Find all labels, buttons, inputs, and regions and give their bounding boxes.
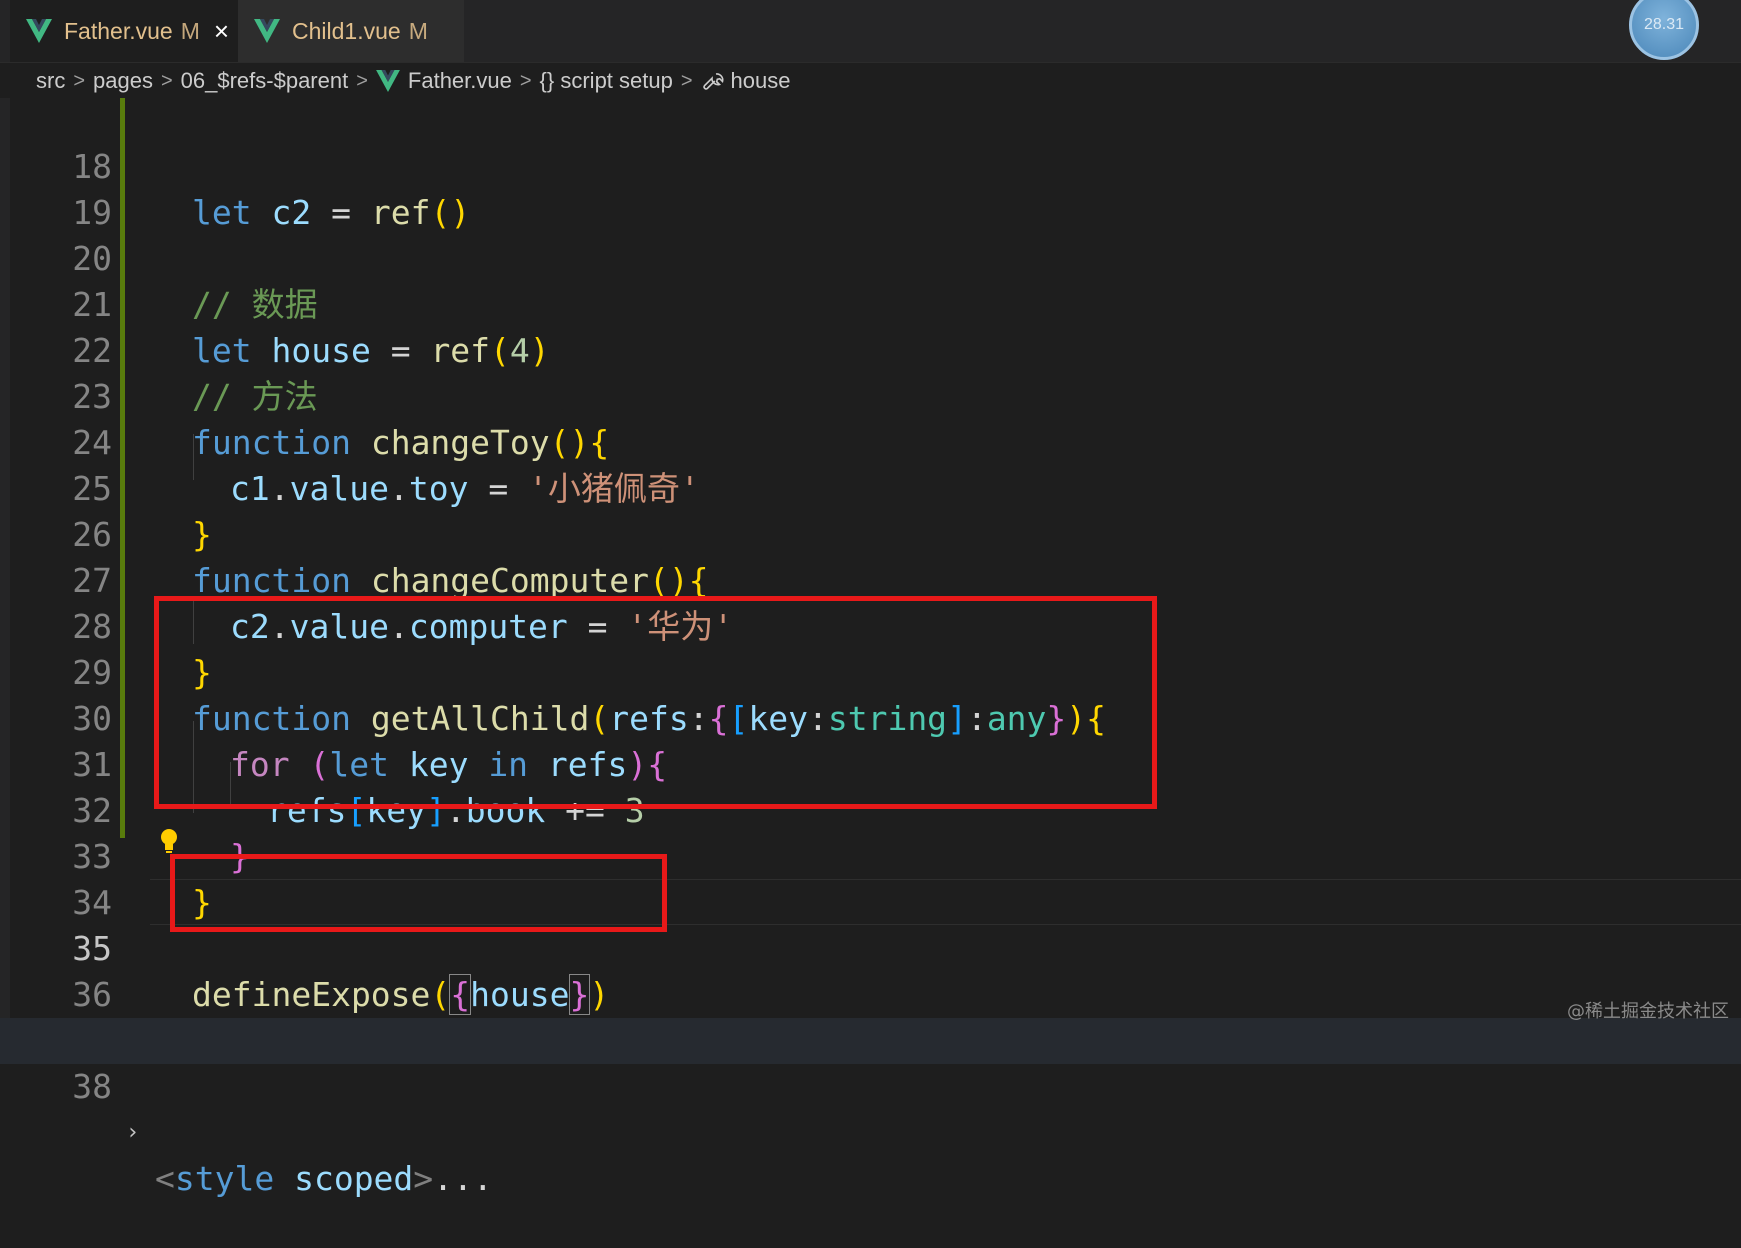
code-line: 21 let house = ref(4) <box>0 236 1741 370</box>
code-line: 24 c1.value.toy = '小猪佩奇' <box>0 374 1741 508</box>
chevron-right-icon: > <box>73 69 86 92</box>
modified-badge: M <box>180 17 200 44</box>
watermark: @稀土掘金技术社区 <box>1567 1001 1729 1022</box>
breadcrumb-item-file[interactable]: Father.vue <box>408 68 512 94</box>
code-line: 23 function changeToy(){ <box>0 328 1741 462</box>
breadcrumb: src > pages > 06_$refs-$parent > Father.… <box>36 64 791 98</box>
code-line: 26 function changeComputer(){ <box>0 466 1741 600</box>
tab-label: Child1.vue <box>292 17 401 44</box>
code-line-folded: 38 › <style scoped>... <box>0 1018 1741 1198</box>
breadcrumb-item-pages[interactable]: pages <box>93 68 153 94</box>
code-line: 36 </script> <box>0 926 1741 1060</box>
token: scoped <box>274 1159 414 1198</box>
highlight-box-defineexpose <box>170 854 667 932</box>
token: ... <box>433 1159 493 1198</box>
code-line: 18 let c2 = ref() <box>0 98 1741 232</box>
breadcrumb-item-script-setup[interactable]: {} script setup <box>540 68 673 94</box>
tab-label: Father.vue <box>64 17 173 44</box>
tab-bar: Father.vue M × Child1.vue M 28.31 <box>0 0 1741 63</box>
close-icon[interactable]: × <box>214 16 229 47</box>
code-line: 25 } <box>0 420 1741 554</box>
lightbulb-icon[interactable] <box>160 828 178 854</box>
breadcrumb-item-folder[interactable]: 06_$refs-$parent <box>181 68 349 94</box>
line-number: 38 <box>72 1067 112 1106</box>
token: > <box>413 1159 434 1198</box>
token: < <box>155 1159 175 1198</box>
breadcrumb-item-src[interactable]: src <box>36 68 65 94</box>
highlight-box-getallchild <box>154 596 1157 809</box>
code-line: 37 <box>0 972 1741 1060</box>
chevron-right-icon: > <box>160 69 173 92</box>
vue-file-icon <box>254 19 280 43</box>
code-line: 22 // 方法 <box>0 282 1741 416</box>
token: style <box>174 1159 275 1198</box>
breadcrumb-item-symbol[interactable]: house <box>731 68 791 94</box>
chevron-right-icon: > <box>356 69 368 92</box>
vue-file-icon <box>375 70 400 92</box>
chevron-right-icon[interactable]: › <box>126 1110 139 1156</box>
tab-father-vue[interactable]: Father.vue M × <box>10 0 238 62</box>
tab-child1-vue[interactable]: Child1.vue M <box>238 0 464 62</box>
chevron-right-icon: > <box>519 69 532 92</box>
code-line: 19 <box>0 144 1741 232</box>
code-line: 27 c2.value.computer = '华为' <box>0 512 1741 646</box>
avatar[interactable]: 28.31 <box>1629 0 1699 60</box>
code-line: 20 // 数据 <box>0 190 1741 324</box>
code-editor[interactable]: 18 let c2 = ref() 19 20 // 数据 21 let hou… <box>0 98 1741 1198</box>
wrench-icon <box>701 69 725 93</box>
chevron-right-icon: > <box>680 69 693 92</box>
vue-file-icon <box>26 19 52 43</box>
modified-badge: M <box>408 17 428 44</box>
